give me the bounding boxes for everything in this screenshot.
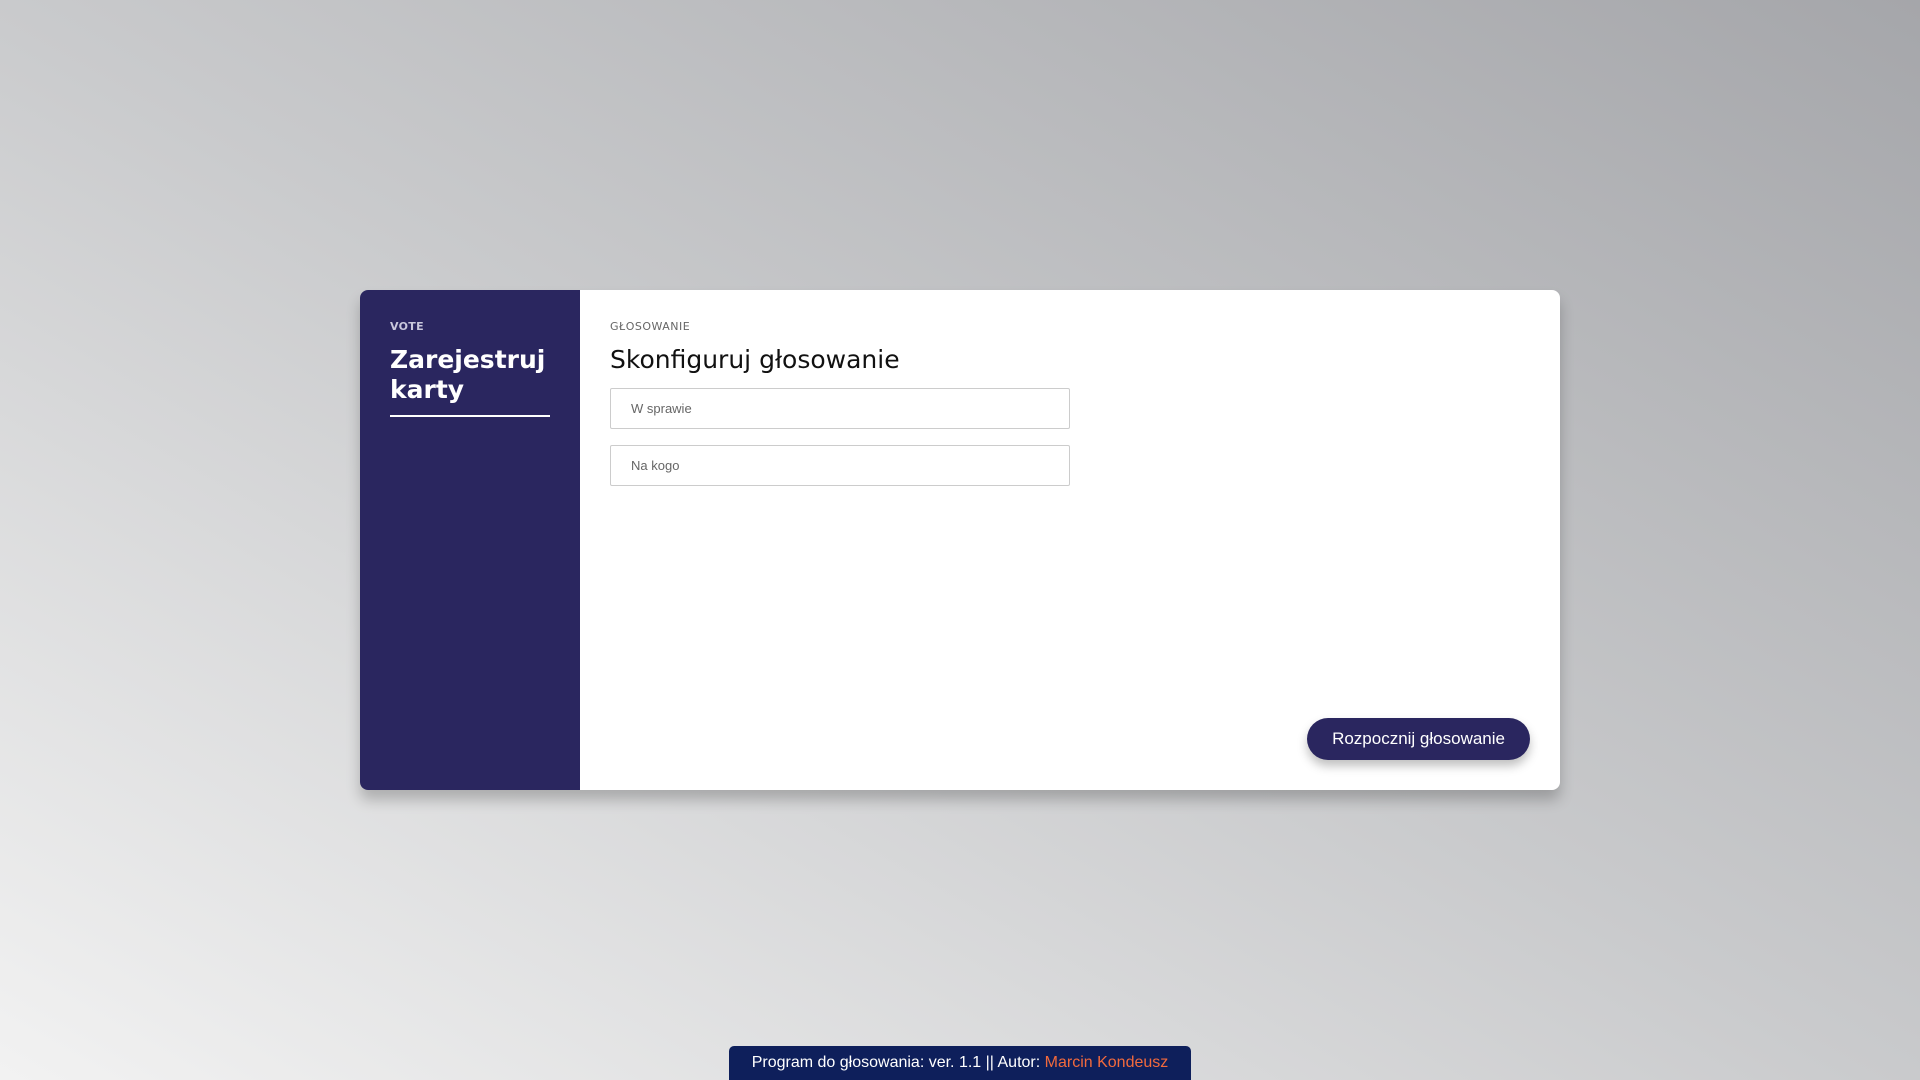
sidebar-tag: VOTE bbox=[390, 320, 424, 333]
sidebar: VOTE Zarejestruj karty bbox=[360, 290, 580, 790]
page-title: Skonfiguruj głosowanie bbox=[610, 345, 900, 374]
setup-card: VOTE Zarejestruj karty GŁOSOWANIE Skonfi… bbox=[360, 290, 1560, 790]
footer-text: Program do głosowania: ver. 1.1 || Autor… bbox=[751, 1054, 1045, 1071]
footer-bar: Program do głosowania: ver. 1.1 || Autor… bbox=[729, 1046, 1191, 1080]
subject-input[interactable] bbox=[610, 388, 1070, 429]
candidate-input[interactable] bbox=[610, 445, 1070, 486]
main-panel: GŁOSOWANIE Skonfiguruj głosowanie Rozpoc… bbox=[580, 290, 1560, 790]
section-tag: GŁOSOWANIE bbox=[610, 320, 691, 333]
start-voting-button[interactable]: Rozpocznij głosowanie bbox=[1307, 718, 1530, 760]
sidebar-title: Zarejestruj karty bbox=[390, 345, 550, 417]
author-link[interactable]: Marcin Kondeusz bbox=[1045, 1054, 1169, 1071]
